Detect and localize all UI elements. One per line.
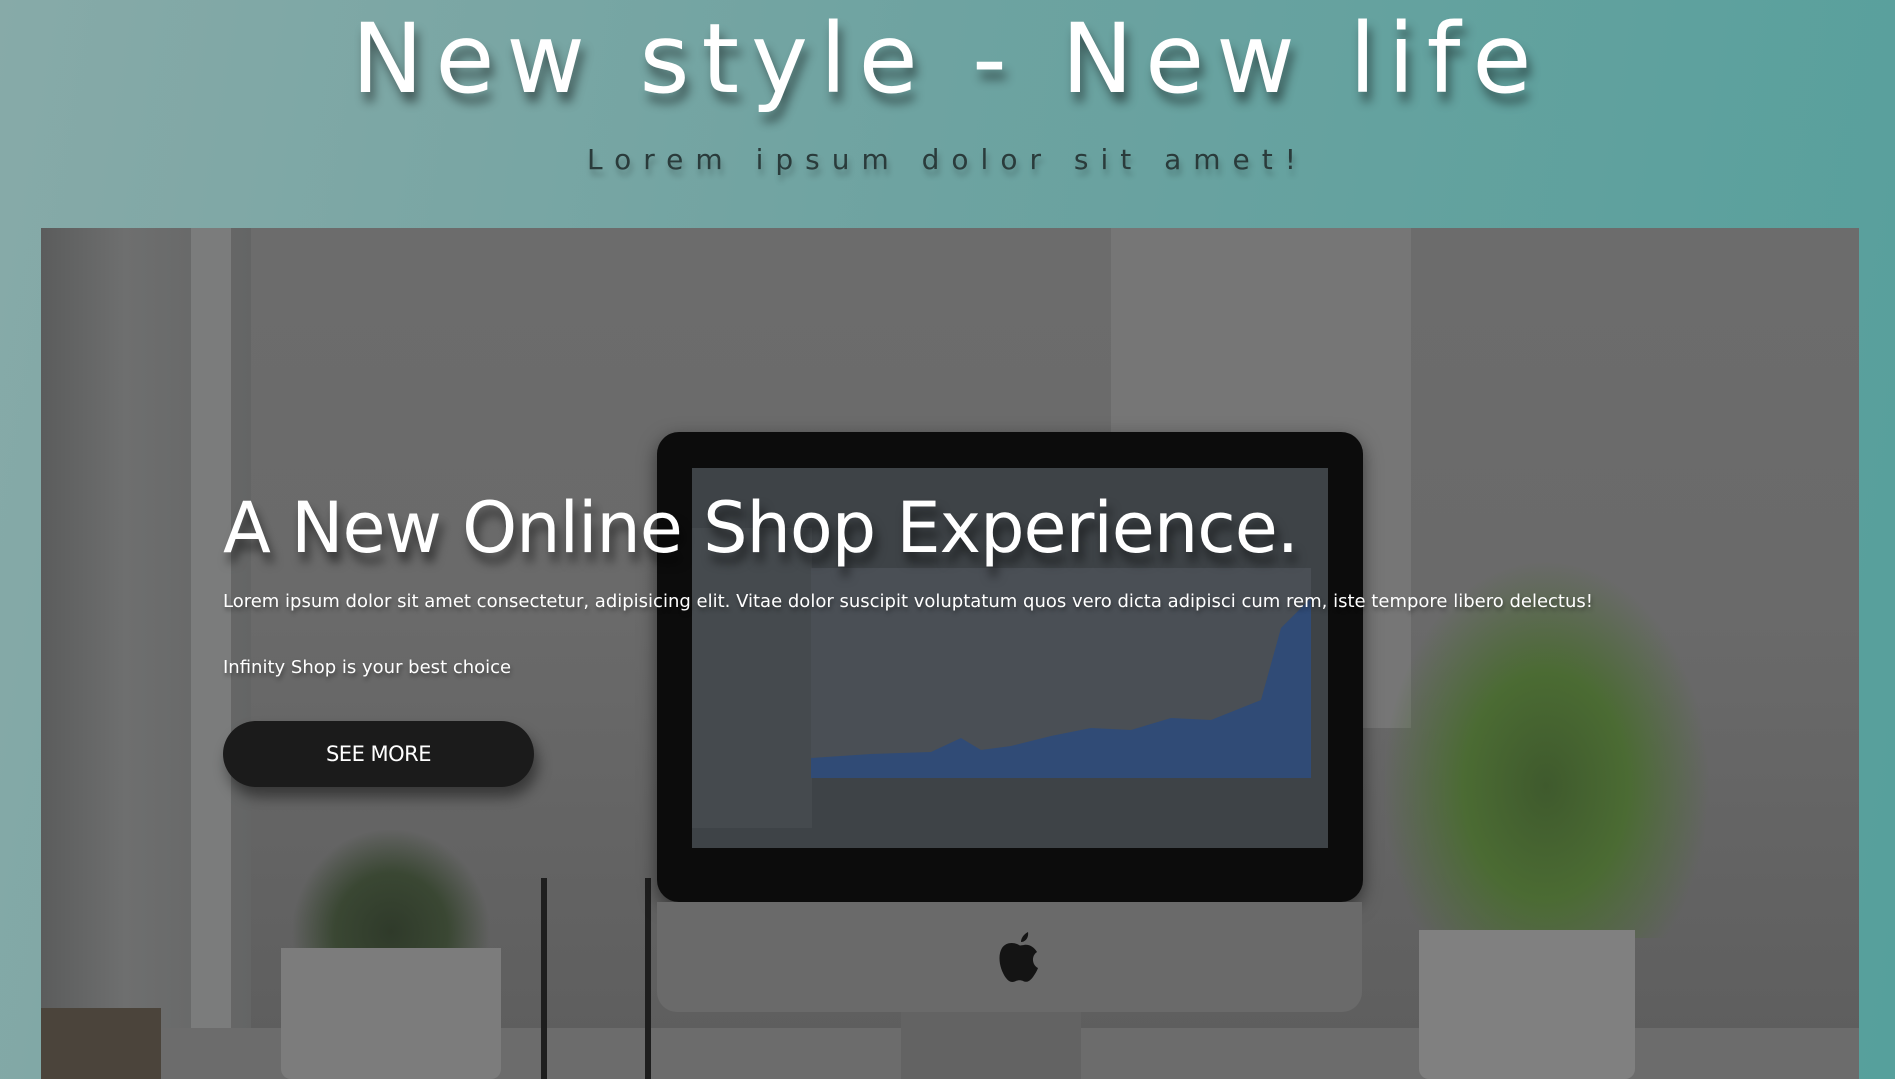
hero-background-pot-left (281, 948, 501, 1079)
hero-background-pot-right (1419, 930, 1635, 1079)
see-more-button[interactable]: SEE MORE (223, 721, 534, 787)
hero-background-hourglass (541, 878, 651, 1079)
site-subtitle: Lorem ipsum dolor sit amet! (587, 143, 1308, 176)
hero-description: Lorem ipsum dolor sit amet consectetur, … (223, 591, 1593, 612)
hero-tagline: Infinity Shop is your best choice (223, 657, 512, 678)
site-title: New style - New life (351, 3, 1544, 115)
apple-logo-icon (996, 928, 1042, 984)
hero-banner: A New Online Shop Experience. Lorem ipsu… (41, 228, 1859, 1079)
hero-content: A New Online Shop Experience. Lorem ipsu… (223, 485, 1723, 787)
hero-background-books (41, 1008, 161, 1079)
hero-background-plant-left (291, 828, 491, 958)
hero-background-monitor-stand (901, 1012, 1081, 1079)
hero-heading: A New Online Shop Experience. (223, 487, 1299, 569)
